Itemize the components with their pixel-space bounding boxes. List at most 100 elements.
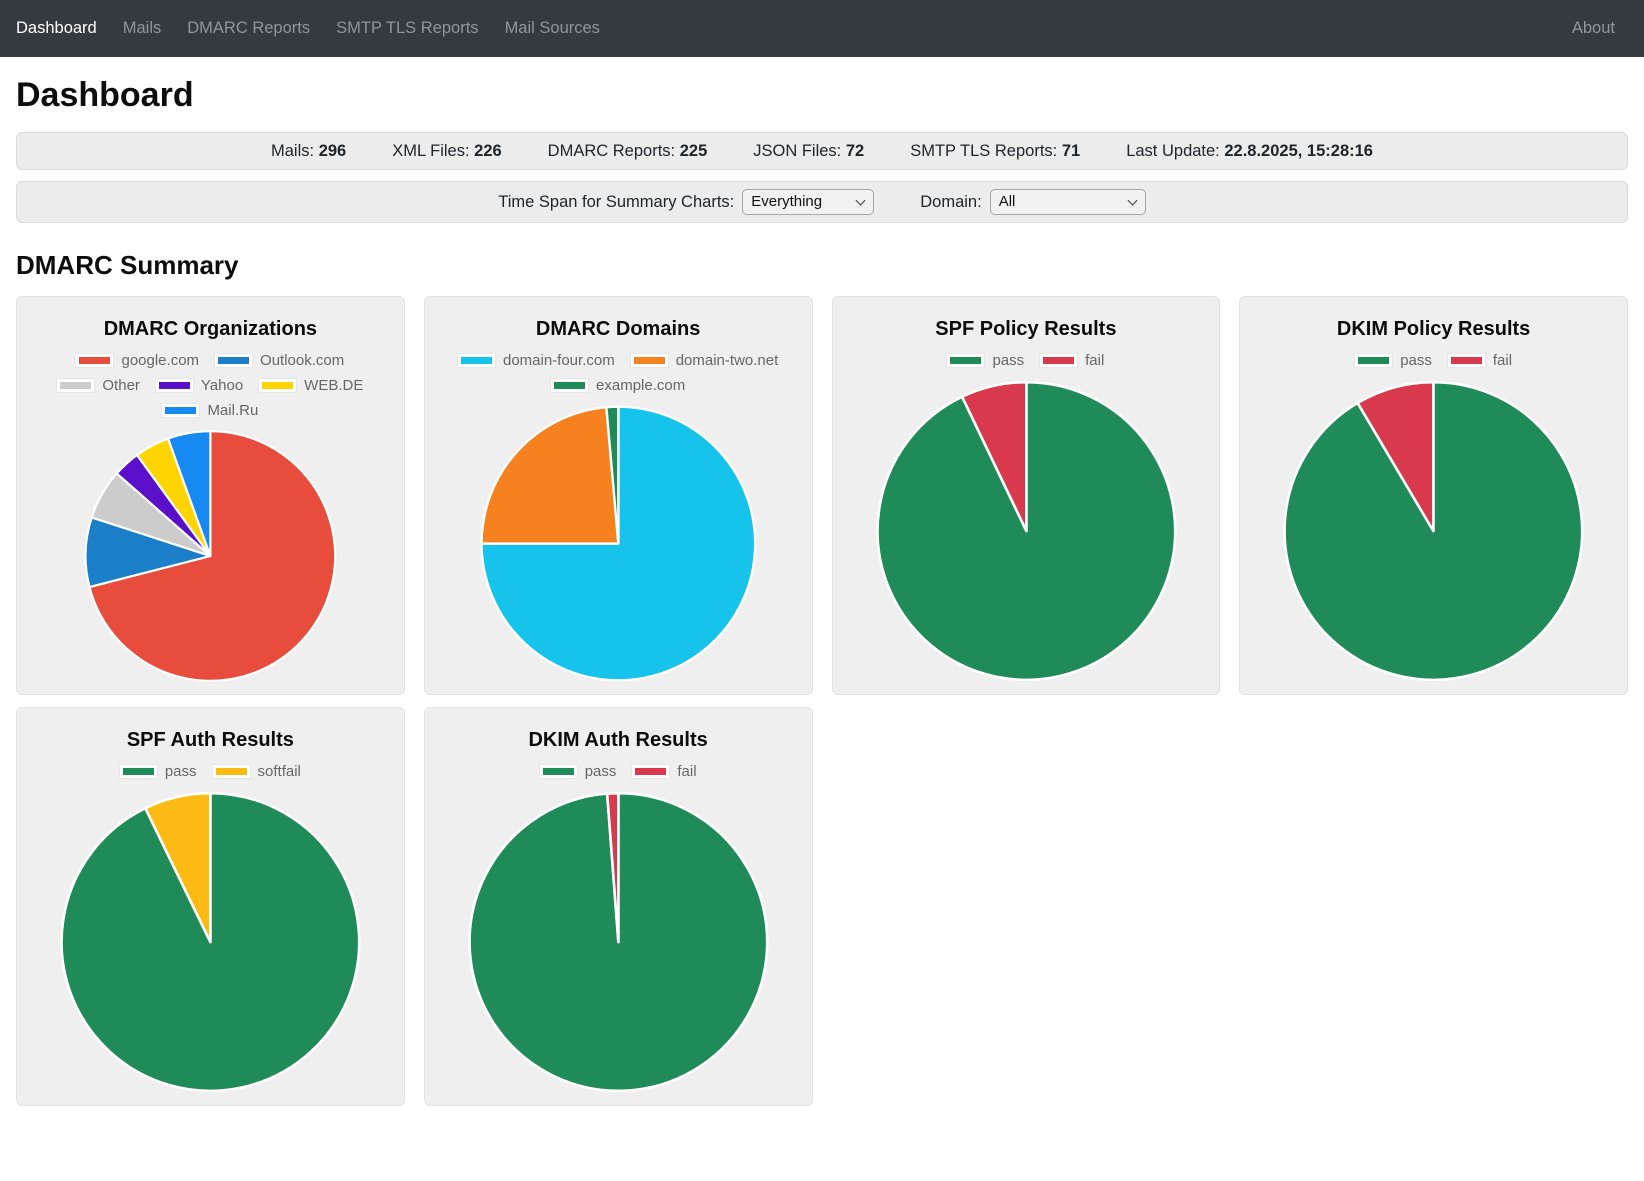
legend-item[interactable]: google.com — [76, 352, 199, 369]
legend-item[interactable]: pass — [1355, 352, 1432, 369]
legend-item[interactable]: WEB.DE — [259, 377, 363, 394]
domain-filter: Domain: All — [920, 189, 1145, 215]
nav-item-mail-sources[interactable]: Mail Sources — [492, 11, 613, 46]
pie-wrap — [433, 782, 804, 1097]
legend-swatch — [259, 379, 296, 392]
legend-item[interactable]: softfail — [213, 763, 301, 780]
legend-label: Mail.Ru — [207, 402, 258, 419]
time-span-select[interactable]: Everything — [742, 189, 874, 215]
legend-swatch — [215, 354, 252, 367]
legend-item[interactable]: Outlook.com — [215, 352, 344, 369]
pie-wrap — [25, 782, 396, 1097]
pie-chart — [433, 787, 804, 1097]
charts-grid: DMARC Organizations google.com Outlook.co… — [16, 296, 1628, 1106]
legend-item[interactable]: pass — [120, 763, 197, 780]
nav-item-about[interactable]: About — [1559, 11, 1628, 46]
legend-label: pass — [585, 763, 617, 780]
chart-title: SPF Auth Results — [25, 729, 396, 752]
legend-item[interactable]: domain-four.com — [458, 352, 615, 369]
legend-swatch — [213, 765, 250, 778]
legend-item[interactable]: Mail.Ru — [162, 402, 258, 419]
chart-legend: pass fail — [947, 352, 1104, 369]
pie-wrap — [25, 421, 396, 686]
page-content: Dashboard Mails: 296 XML Files: 226 DMAR… — [0, 76, 1644, 1134]
legend-swatch — [540, 765, 577, 778]
stat-json-files: JSON Files: 72 — [753, 142, 864, 161]
pie-wrap — [841, 371, 1212, 686]
domain-select[interactable]: All — [990, 189, 1146, 215]
nav-item-dashboard[interactable]: Dashboard — [16, 11, 110, 46]
domain-label: Domain: — [920, 193, 981, 212]
legend-swatch — [551, 379, 588, 392]
legend-label: google.com — [121, 352, 199, 369]
legend-item[interactable]: fail — [1448, 352, 1512, 369]
stat-smtp-tls-reports: SMTP TLS Reports: 71 — [910, 142, 1080, 161]
pie-slice — [481, 407, 618, 543]
chart-title: DKIM Policy Results — [1248, 318, 1619, 341]
legend-swatch — [1040, 354, 1077, 367]
chart-card: SPF Auth Results pass softfail — [16, 707, 405, 1106]
legend-label: Outlook.com — [260, 352, 344, 369]
filters-bar: Time Span for Summary Charts: Everything… — [16, 181, 1628, 223]
top-navbar: Dashboard Mails DMARC Reports SMTP TLS R… — [0, 0, 1644, 57]
legend-label: Yahoo — [201, 377, 243, 394]
chart-legend: pass fail — [540, 763, 697, 780]
legend-item[interactable]: fail — [1040, 352, 1104, 369]
chart-title: SPF Policy Results — [841, 318, 1212, 341]
pie-chart — [25, 426, 396, 686]
time-span-label: Time Span for Summary Charts: — [498, 193, 734, 212]
chart-card: SPF Policy Results pass fail — [832, 296, 1221, 695]
nav-item-smtp-tls-reports[interactable]: SMTP TLS Reports — [323, 11, 491, 46]
pie-chart — [841, 376, 1212, 686]
legend-swatch — [1448, 354, 1485, 367]
legend-item[interactable]: pass — [947, 352, 1024, 369]
chart-card: DMARC Organizations google.com Outlook.co… — [16, 296, 405, 695]
stat-xml-files: XML Files: 226 — [392, 142, 501, 161]
legend-swatch — [76, 354, 113, 367]
chart-legend: domain-four.com domain-two.net example.com — [442, 352, 794, 394]
pie-chart — [433, 401, 804, 686]
chart-legend: pass fail — [1355, 352, 1512, 369]
legend-label: Other — [102, 377, 140, 394]
chart-legend: google.com Outlook.com Other Yahoo WEB.DE Mai… — [34, 352, 386, 419]
legend-item[interactable]: Yahoo — [156, 377, 243, 394]
stat-last-update: Last Update: 22.8.2025, 15:28:16 — [1126, 142, 1373, 161]
legend-item[interactable]: pass — [540, 763, 617, 780]
section-title-dmarc-summary: DMARC Summary — [16, 250, 1628, 281]
page-title: Dashboard — [16, 76, 1628, 115]
legend-item[interactable]: domain-two.net — [631, 352, 779, 369]
legend-swatch — [120, 765, 157, 778]
stat-dmarc-reports: DMARC Reports: 225 — [548, 142, 708, 161]
stats-bar: Mails: 296 XML Files: 226 DMARC Reports:… — [16, 132, 1628, 170]
legend-swatch — [57, 379, 94, 392]
chart-card: DMARC Domains domain-four.com domain-two.… — [424, 296, 813, 695]
legend-item[interactable]: Other — [57, 377, 140, 394]
pie-wrap — [1248, 371, 1619, 686]
chart-title: DMARC Domains — [433, 318, 804, 341]
nav-item-mails[interactable]: Mails — [110, 11, 175, 46]
legend-label: example.com — [596, 377, 685, 394]
legend-item[interactable]: example.com — [551, 377, 685, 394]
legend-swatch — [156, 379, 193, 392]
legend-label: softfail — [258, 763, 301, 780]
legend-swatch — [458, 354, 495, 367]
pie-chart — [25, 787, 396, 1097]
pie-chart — [1248, 376, 1619, 686]
chart-title: DMARC Organizations — [25, 318, 396, 341]
legend-label: fail — [1493, 352, 1512, 369]
nav-item-dmarc-reports[interactable]: DMARC Reports — [174, 11, 323, 46]
legend-swatch — [632, 765, 669, 778]
chart-legend: pass softfail — [120, 763, 301, 780]
legend-label: pass — [165, 763, 197, 780]
legend-swatch — [1355, 354, 1392, 367]
legend-label: pass — [1400, 352, 1432, 369]
time-span-filter: Time Span for Summary Charts: Everything — [498, 189, 874, 215]
legend-swatch — [631, 354, 668, 367]
chart-title: DKIM Auth Results — [433, 729, 804, 752]
legend-item[interactable]: fail — [632, 763, 696, 780]
legend-label: domain-two.net — [676, 352, 779, 369]
legend-label: fail — [1085, 352, 1104, 369]
legend-label: WEB.DE — [304, 377, 363, 394]
legend-swatch — [162, 404, 199, 417]
legend-label: domain-four.com — [503, 352, 615, 369]
